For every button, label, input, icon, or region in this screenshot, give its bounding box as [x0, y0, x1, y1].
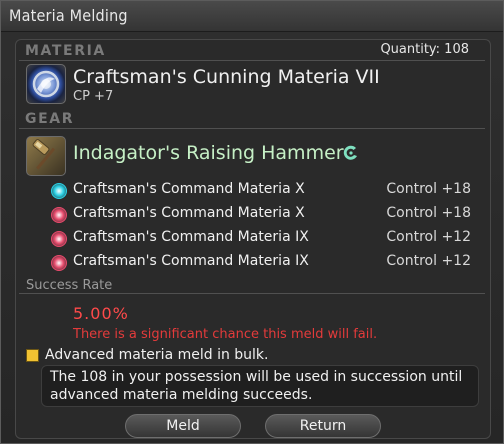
- divider: [19, 128, 485, 129]
- attached-materia-row[interactable]: Craftsman's Command Materia X Control +18: [47, 179, 477, 201]
- attached-materia-row[interactable]: Craftsman's Command Materia IX Control +1…: [47, 227, 477, 249]
- bulk-info-box: The 108 in your possession will be used …: [41, 365, 479, 407]
- materia-slot-stat: Control +18: [386, 181, 471, 197]
- materia-slot-name: Craftsman's Command Materia IX: [73, 253, 309, 269]
- materia-slot-name: Craftsman's Command Materia IX: [73, 229, 309, 245]
- meld-button[interactable]: Meld: [125, 414, 241, 438]
- title-bar[interactable]: Materia Melding: [1, 1, 503, 32]
- bulk-info-text: The 108 in your possession will be used …: [50, 369, 463, 403]
- materia-name: Craftsman's Cunning Materia VII: [73, 66, 380, 88]
- hammer-icon[interactable]: [26, 136, 66, 176]
- success-rate-value: 5.00%: [73, 304, 129, 323]
- gear-name: Indagator's Raising Hammer: [73, 142, 344, 164]
- materia-slot-icon: [51, 207, 67, 223]
- materia-quantity: Quantity: 108: [380, 42, 469, 57]
- materia-slot-stat: Control +12: [386, 253, 471, 269]
- materia-slot-name: Craftsman's Command Materia X: [73, 181, 305, 197]
- materia-slot-icon: [51, 183, 67, 199]
- materia-slot-icon: [51, 255, 67, 271]
- return-button[interactable]: Return: [265, 414, 381, 438]
- materia-slot-stat: Control +18: [386, 205, 471, 221]
- materia-slot-icon: [51, 231, 67, 247]
- gear-section-header: GEAR: [25, 111, 75, 127]
- attached-materia-row[interactable]: Craftsman's Command Materia X Control +18: [47, 203, 477, 225]
- materia-orb-icon[interactable]: [26, 64, 66, 104]
- divider: [19, 293, 485, 294]
- materia-slot-name: Craftsman's Command Materia X: [73, 205, 305, 221]
- success-rate-label: Success Rate: [26, 278, 113, 293]
- materia-slot-stat: Control +12: [386, 229, 471, 245]
- failure-warning: There is a significant chance this meld …: [73, 327, 378, 342]
- bulk-meld-label[interactable]: Advanced materia meld in bulk.: [45, 347, 269, 363]
- bulk-meld-checkbox[interactable]: [26, 349, 39, 362]
- high-quality-icon: [343, 145, 357, 160]
- attached-materia-row[interactable]: Craftsman's Command Materia IX Control +1…: [47, 251, 477, 273]
- materia-section-header: MATERIA: [25, 43, 106, 59]
- divider: [19, 60, 485, 61]
- window-title: Materia Melding: [9, 6, 128, 25]
- materia-stat: CP +7: [73, 89, 114, 104]
- materia-melding-window: Materia Melding MATERIA Quantity: 108 Cr…: [0, 0, 504, 444]
